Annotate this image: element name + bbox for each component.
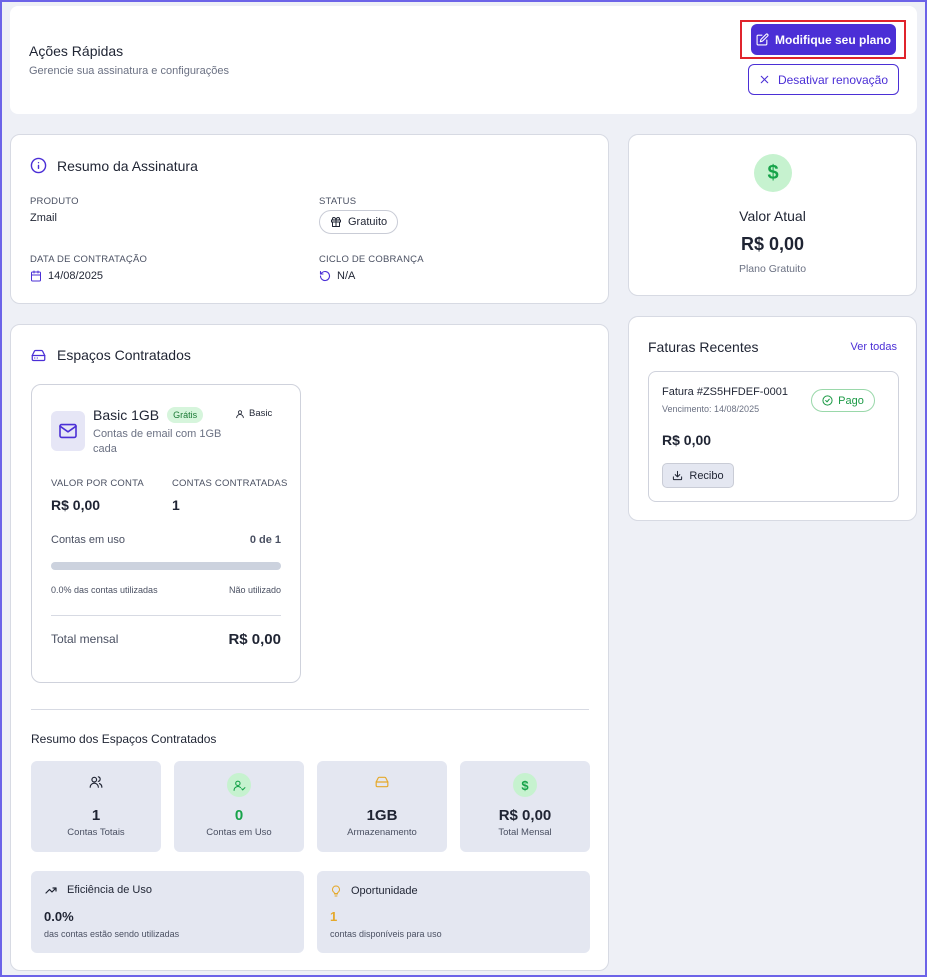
invoice-due-date: Vencimento: 14/08/2025 — [662, 404, 760, 414]
stat-accounts-in-use-caption: Contas em Uso — [206, 827, 272, 838]
billing-cycle: N/A — [319, 270, 355, 282]
receipt-label: Recibo — [689, 469, 724, 482]
stat-storage-caption: Armazenamento — [347, 827, 417, 838]
usage-progress-bar — [51, 562, 281, 570]
opportunity-value: 1 — [330, 909, 338, 924]
usage-efficiency-title: Eficiência de Uso — [67, 884, 152, 896]
user-icon — [235, 409, 245, 419]
spaces-summary-title: Resumo dos Espaços Contratados — [31, 732, 217, 746]
status-label: STATUS — [319, 196, 357, 207]
users-icon — [89, 775, 103, 789]
opportunity-header: Oportunidade — [330, 884, 418, 898]
contracted-spaces-header: Espaços Contratados — [30, 347, 191, 363]
contracted-accounts-label: CONTAS CONTRATADAS — [172, 478, 288, 489]
lightbulb-icon — [330, 884, 342, 898]
quick-actions-title: Ações Rápidas — [29, 43, 124, 59]
status-badge: Gratuito — [319, 210, 399, 234]
invoice-item: Fatura #ZS5HFDEF-0001 Vencimento: 14/08/… — [648, 371, 899, 502]
accounts-in-use-label: Contas em uso — [51, 534, 125, 546]
contracted-spaces-title: Espaços Contratados — [57, 347, 191, 363]
billing-cycle-label: CICLO DE COBRANÇA — [319, 254, 424, 265]
current-plan-label: Plano Gratuito — [738, 263, 807, 275]
stat-storage: 1GB Armazenamento — [317, 761, 447, 852]
product-label: PRODUTO — [30, 196, 79, 207]
price-per-account-value: R$ 0,00 — [51, 497, 101, 513]
contract-date-label: DATA DE CONTRATAÇÃO — [30, 254, 148, 265]
current-value-amount: R$ 0,00 — [740, 234, 805, 254]
quick-actions-subtitle: Gerencie sua assinatura e configurações — [29, 65, 229, 77]
dollar-icon: $ — [754, 154, 792, 192]
disable-renewal-label: Desativar renovação — [777, 72, 889, 87]
usage-efficiency-value: 0.0% — [44, 909, 74, 924]
plan-name: Basic 1GB — [93, 407, 160, 423]
contracted-spaces-card: Espaços Contratados Basic 1GB Grátis Bas… — [10, 324, 609, 971]
calendar-icon — [30, 270, 42, 282]
mail-icon — [51, 411, 85, 451]
invoice-amount: R$ 0,00 — [662, 432, 712, 448]
receipt-button[interactable]: Recibo — [662, 463, 734, 488]
stat-total-accounts: 1 Contas Totais — [31, 761, 161, 852]
info-icon — [30, 157, 47, 174]
stat-monthly-total: $ R$ 0,00 Total Mensal — [460, 761, 590, 852]
view-all-link[interactable]: Ver todas — [851, 341, 897, 353]
usage-efficiency-header: Eficiência de Uso — [44, 884, 152, 896]
stat-monthly-total-value: R$ 0,00 — [498, 807, 552, 824]
stat-monthly-total-caption: Total Mensal — [498, 827, 552, 838]
stat-storage-value: 1GB — [366, 807, 398, 824]
stat-total-accounts-value: 1 — [91, 807, 101, 824]
recent-invoices-card: Faturas Recentes Ver todas Fatura #ZS5HF… — [628, 316, 917, 521]
paid-status-badge: Pago — [811, 389, 875, 412]
opportunity-panel: Oportunidade 1 contas disponíveis para u… — [317, 871, 590, 953]
monthly-total-value: R$ 0,00 — [228, 631, 281, 648]
stat-accounts-in-use-value: 0 — [234, 807, 244, 824]
hard-drive-icon — [30, 348, 47, 363]
highlight-box — [740, 20, 906, 59]
price-per-account-label: VALOR POR CONTA — [51, 478, 144, 489]
product-value: Zmail — [30, 212, 57, 224]
usage-percent-text: 0.0% das contas utilizadas — [51, 585, 158, 595]
storage-icon — [375, 775, 390, 789]
paid-status-label: Pago — [838, 394, 864, 407]
user-check-icon — [227, 773, 251, 797]
dollar-icon: $ — [513, 773, 537, 797]
billing-cycle-value: N/A — [337, 270, 356, 282]
opportunity-title: Oportunidade — [351, 885, 418, 897]
download-icon — [672, 470, 683, 481]
free-badge: Grátis — [167, 407, 204, 423]
contract-date: 14/08/2025 — [30, 270, 103, 282]
trending-up-icon — [44, 884, 58, 896]
monthly-total-label: Total mensal — [51, 632, 119, 646]
gift-icon — [330, 216, 342, 228]
contract-date-value: 14/08/2025 — [48, 270, 104, 282]
plan-title-row: Basic 1GB Grátis — [93, 407, 204, 423]
refresh-icon — [319, 270, 331, 282]
plan-card: Basic 1GB Grátis Basic Contas de email c… — [31, 384, 301, 683]
current-value-card: $ Valor Atual R$ 0,00 Plano Gratuito — [628, 134, 917, 296]
invoice-number: Fatura #ZS5HFDEF-0001 — [662, 386, 788, 398]
subscription-summary-title: Resumo da Assinatura — [57, 157, 198, 174]
subscription-summary-card: Resumo da Assinatura PRODUTO Zmail STATU… — [10, 134, 609, 304]
usage-efficiency-caption: das contas estão sendo utilizadas — [44, 929, 180, 939]
close-icon — [759, 74, 770, 85]
status-value: Gratuito — [348, 216, 388, 228]
section-divider — [31, 709, 589, 710]
divider — [51, 615, 281, 616]
check-circle-icon — [822, 395, 833, 406]
opportunity-caption: contas disponíveis para uso — [330, 929, 442, 939]
usage-efficiency-panel: Eficiência de Uso 0.0% das contas estão … — [31, 871, 304, 953]
current-value-title: Valor Atual — [739, 208, 806, 224]
plan-tier: Basic — [235, 408, 272, 419]
plan-tier-label: Basic — [249, 408, 273, 419]
accounts-in-use-value: 0 de 1 — [249, 534, 281, 546]
recent-invoices-title: Faturas Recentes — [648, 339, 759, 355]
stat-total-accounts-caption: Contas Totais — [67, 827, 125, 838]
stat-accounts-in-use: 0 Contas em Uso — [174, 761, 304, 852]
plan-description: Contas de email com 1GB cada — [93, 428, 222, 455]
contracted-accounts-value: 1 — [172, 497, 180, 513]
disable-renewal-button[interactable]: Desativar renovação — [748, 64, 899, 95]
subscription-summary-header: Resumo da Assinatura — [30, 157, 198, 174]
usage-status: Não utilizado — [228, 585, 281, 595]
